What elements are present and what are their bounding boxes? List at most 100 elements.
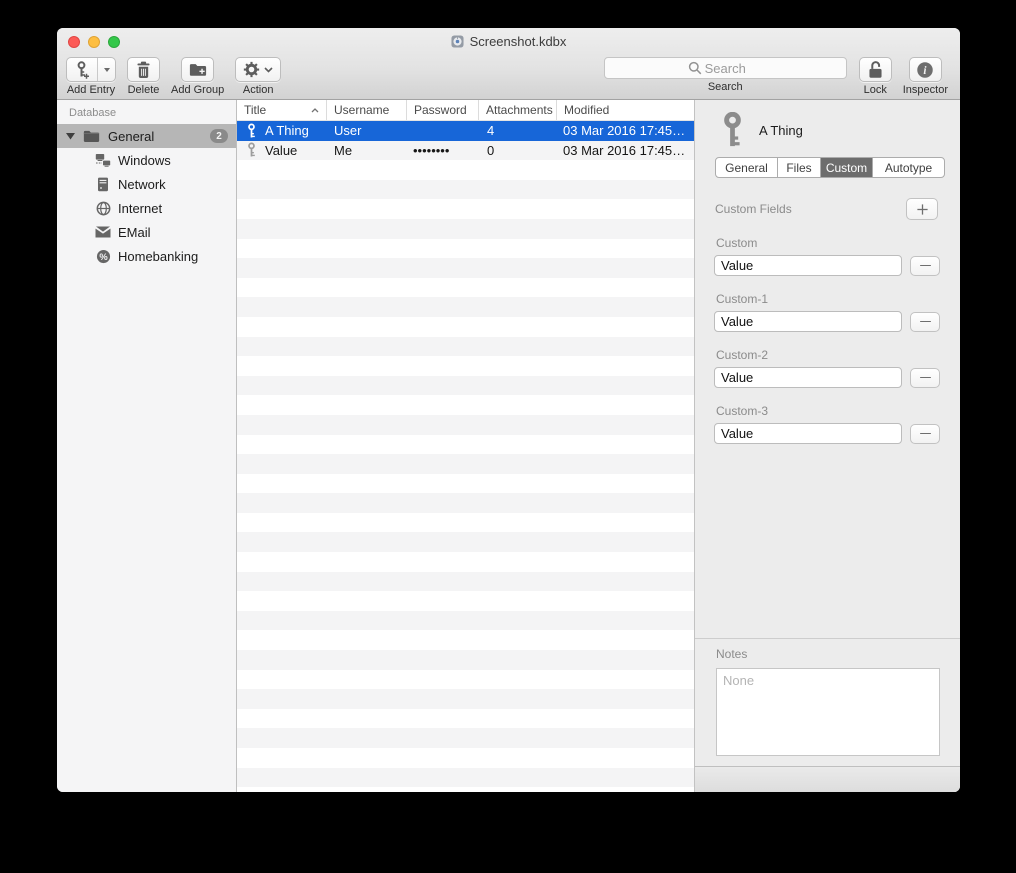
custom-field-input[interactable] — [714, 367, 902, 388]
custom-field-input[interactable] — [714, 311, 902, 332]
table-row — [237, 376, 694, 396]
table-row — [237, 395, 694, 415]
remove-custom-field-button[interactable] — [910, 256, 940, 276]
folder-icon — [83, 129, 100, 143]
chevron-down-icon — [264, 67, 273, 73]
inspector-footer — [695, 766, 960, 792]
sidebar-item-label: EMail — [118, 225, 151, 240]
table-row[interactable]: A ThingUser403 Mar 2016 17:45… — [237, 121, 694, 141]
cell-user: User — [327, 123, 407, 138]
add-custom-field-button[interactable] — [906, 198, 938, 220]
key-icon — [246, 142, 257, 158]
key-icon — [246, 123, 257, 139]
tab-custom[interactable]: Custom — [821, 158, 873, 177]
trash-icon — [136, 61, 151, 79]
table-row — [237, 768, 694, 788]
column-header-attachments[interactable]: Attachments — [479, 100, 557, 120]
tab-autotype[interactable]: Autotype — [873, 158, 944, 177]
add-entry-label: Add Entry — [67, 84, 115, 96]
table-row[interactable]: ValueMe••••••••003 Mar 2016 17:45… — [237, 141, 694, 161]
add-entry-button[interactable] — [66, 57, 116, 82]
lock-button[interactable] — [859, 57, 892, 82]
toolbar: Add Entry Delete Add Group — [57, 55, 960, 99]
custom-field-input[interactable] — [714, 423, 902, 444]
custom-field-input[interactable] — [714, 255, 902, 276]
app-window: Screenshot.kdbx Add Entry — [57, 28, 960, 792]
inspector-label: Inspector — [903, 84, 948, 96]
custom-field: Custom-1 — [695, 292, 960, 332]
remove-custom-field-button[interactable] — [910, 424, 940, 444]
cell-user: Me — [327, 143, 407, 158]
windows-network-icon — [95, 153, 111, 167]
sidebar-item-internet[interactable]: Internet — [57, 196, 236, 220]
search-input[interactable] — [604, 57, 847, 79]
disclosure-triangle-icon[interactable] — [66, 132, 75, 140]
tab-files[interactable]: Files — [778, 158, 821, 177]
sidebar-item-homebanking[interactable]: % Homebanking — [57, 244, 236, 268]
sidebar-item-windows[interactable]: Windows — [57, 148, 236, 172]
sidebar-item-label: Homebanking — [118, 249, 198, 264]
svg-text:%: % — [99, 251, 108, 261]
delete-button[interactable] — [127, 57, 160, 82]
table-row — [237, 199, 694, 219]
key-plus-icon — [67, 58, 97, 81]
sidebar-group-label: General — [108, 129, 210, 144]
minus-icon — [920, 433, 931, 435]
info-icon: i — [916, 61, 934, 79]
column-header-title[interactable]: Title — [237, 100, 327, 120]
inspector-button[interactable]: i — [909, 57, 942, 82]
toolbar-item-delete: Delete — [127, 57, 160, 96]
cell-pass: •••••••• — [407, 143, 479, 158]
table-row — [237, 317, 694, 337]
table-row — [237, 180, 694, 200]
entry-header: A Thing — [720, 110, 960, 150]
column-header-password[interactable]: Password — [407, 100, 479, 120]
window-title-text: Screenshot.kdbx — [470, 34, 567, 49]
minus-icon — [920, 377, 931, 379]
table-row — [237, 532, 694, 552]
notes-label: Notes — [716, 647, 940, 661]
column-header-modified[interactable]: Modified — [557, 100, 694, 120]
table-row — [237, 297, 694, 317]
minus-icon — [920, 321, 931, 323]
action-label: Action — [243, 84, 274, 96]
action-button[interactable] — [235, 57, 281, 82]
toolbar-item-add-group: Add Group — [171, 57, 224, 96]
table-row — [237, 787, 694, 792]
add-group-button[interactable] — [181, 57, 214, 82]
table-row — [237, 278, 694, 298]
remove-custom-field-button[interactable] — [910, 368, 940, 388]
sidebar-group-general[interactable]: General 2 — [57, 124, 236, 148]
toolbar-item-inspector: i Inspector — [903, 57, 948, 96]
table-row — [237, 337, 694, 357]
table-row — [237, 650, 694, 670]
sidebar-item-email[interactable]: EMail — [57, 220, 236, 244]
custom-fields-list: Custom Custom-1 Custom-2 Custom-3 — [695, 220, 960, 444]
notes-textarea[interactable] — [716, 668, 940, 756]
table-header: Title Username Password Attachments Modi… — [237, 100, 694, 121]
minus-icon — [920, 265, 931, 267]
sidebar-item-network[interactable]: Network — [57, 172, 236, 196]
add-entry-dropdown[interactable] — [97, 58, 115, 81]
percent-icon: % — [95, 249, 111, 264]
tab-general[interactable]: General — [716, 158, 778, 177]
folder-plus-icon — [189, 62, 207, 77]
remove-custom-field-button[interactable] — [910, 312, 940, 332]
column-header-username[interactable]: Username — [327, 100, 407, 120]
server-icon — [95, 177, 111, 192]
key-icon — [720, 112, 745, 148]
entry-title: A Thing — [759, 123, 803, 138]
sidebar-section-header: Database — [57, 107, 236, 124]
titlebar[interactable]: Screenshot.kdbx — [57, 28, 960, 55]
inspector-tabs: GeneralFilesCustomAutotype — [715, 157, 945, 178]
document-proxy-icon[interactable] — [451, 35, 464, 48]
toolbar-item-add-entry: Add Entry — [66, 57, 116, 96]
table-row — [237, 630, 694, 650]
table-row — [237, 239, 694, 259]
table-row — [237, 454, 694, 474]
inspector-spacer — [695, 444, 960, 638]
sidebar-item-label: Network — [118, 177, 166, 192]
table-row — [237, 552, 694, 572]
entry-table-body: A ThingUser403 Mar 2016 17:45…ValueMe•••… — [237, 121, 694, 792]
table-row — [237, 513, 694, 533]
